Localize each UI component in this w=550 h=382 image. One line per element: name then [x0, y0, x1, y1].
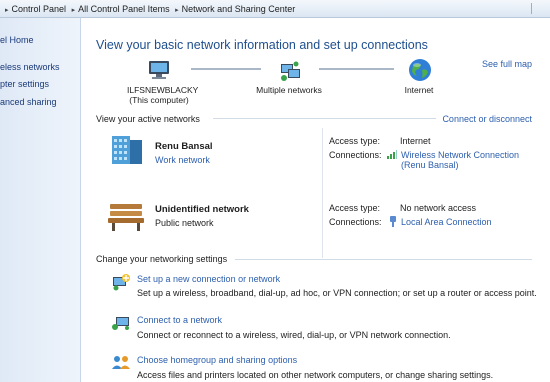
- task-connect-network-desc: Connect or reconnect to a wireless, wire…: [137, 330, 451, 340]
- network-type-link-1[interactable]: Work network: [155, 155, 210, 165]
- page-title: View your basic network information and …: [96, 38, 428, 52]
- see-full-map-link[interactable]: See full map: [482, 59, 532, 69]
- map-computer-label: ILFSNEWBLACKY (This computer): [127, 85, 199, 105]
- breadcrumb-separator: ▸: [175, 7, 179, 14]
- breadcrumb-control-panel[interactable]: Control Panel: [12, 4, 67, 14]
- park-bench-icon[interactable]: [107, 200, 145, 234]
- column-divider: [322, 128, 323, 258]
- wireless-connection-name[interactable]: Wireless Network Connection: [401, 150, 519, 160]
- globe-icon[interactable]: [408, 58, 432, 84]
- map-connector-line: [191, 68, 261, 70]
- homegroup-icon[interactable]: [111, 353, 131, 373]
- task-homegroup-desc: Access files and printers located on oth…: [137, 370, 494, 380]
- nav-advanced-sharing[interactable]: anced sharing: [0, 97, 57, 107]
- connections-label-1: Connections:: [329, 150, 382, 160]
- access-type-value-1: Internet: [400, 136, 431, 146]
- multiple-networks-icon[interactable]: [278, 60, 302, 84]
- local-area-connection-link[interactable]: Local Area Connection: [401, 217, 492, 227]
- wireless-signal-icon: [387, 150, 397, 161]
- task-setup-connection-desc: Set up a wireless, broadband, dial-up, a…: [137, 288, 537, 298]
- map-multiple-networks-label: Multiple networks: [256, 85, 322, 95]
- map-internet-label: Internet: [404, 85, 434, 95]
- address-bar: ▸ Control Panel ▸ All Control Panel Items …: [0, 0, 550, 18]
- task-connect-network-link[interactable]: Connect to a network: [137, 315, 222, 325]
- task-setup-connection-link[interactable]: Set up a new connection or network: [137, 274, 280, 284]
- ethernet-plug-icon: [389, 216, 397, 229]
- computer-name: ILFSNEWBLACKY: [127, 85, 199, 95]
- wireless-connection-link[interactable]: Wireless Network Connection (Renu Bansal…: [401, 150, 519, 170]
- nav-control-panel-home[interactable]: el Home: [0, 35, 34, 45]
- computer-icon[interactable]: [147, 60, 171, 82]
- settings-header: Change your networking settings: [96, 254, 228, 264]
- left-nav-pane: el Home eless networks pter settings anc…: [0, 18, 81, 382]
- access-type-value-2: No network access: [400, 203, 477, 213]
- access-type-label-2: Access type:: [329, 203, 381, 213]
- breadcrumb-separator: ▸: [5, 7, 9, 14]
- wireless-connection-ssid[interactable]: (Renu Bansal): [401, 160, 519, 170]
- section-divider: [213, 118, 436, 119]
- map-connector-line: [319, 68, 394, 70]
- main-content: View your basic network information and …: [81, 18, 550, 382]
- active-networks-header: View your active networks: [96, 114, 200, 124]
- computer-sub: (This computer): [129, 95, 189, 105]
- breadcrumb: ▸ Control Panel ▸ All Control Panel Items …: [2, 4, 295, 14]
- connect-or-disconnect-link[interactable]: Connect or disconnect: [442, 114, 532, 124]
- breadcrumb-network-center[interactable]: Network and Sharing Center: [182, 4, 296, 14]
- nav-manage-wireless-networks[interactable]: eless networks: [0, 62, 60, 72]
- network-name-1: Renu Bansal: [155, 141, 213, 152]
- section-divider: [235, 259, 532, 260]
- task-homegroup-link[interactable]: Choose homegroup and sharing options: [137, 355, 297, 365]
- breadcrumb-all-items[interactable]: All Control Panel Items: [78, 4, 170, 14]
- connections-label-2: Connections:: [329, 217, 382, 227]
- breadcrumb-separator: ▸: [71, 7, 76, 14]
- new-connection-icon[interactable]: [111, 273, 131, 293]
- access-type-label-1: Access type:: [329, 136, 381, 146]
- network-name-2: Unidentified network: [155, 204, 249, 215]
- nav-change-adapter-settings[interactable]: pter settings: [0, 79, 49, 89]
- connect-network-icon[interactable]: [111, 314, 131, 334]
- office-building-icon[interactable]: [109, 132, 145, 168]
- address-dropdown-button[interactable]: [531, 3, 542, 14]
- network-type-2: Public network: [155, 218, 214, 228]
